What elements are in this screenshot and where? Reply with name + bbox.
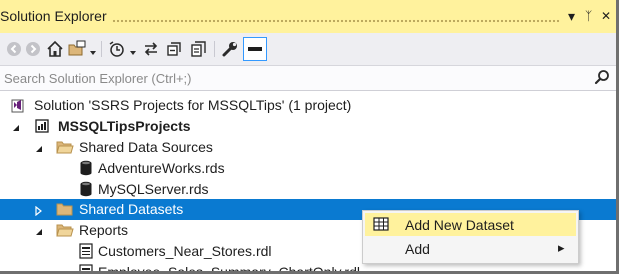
- switch-views-icon[interactable]: [67, 39, 87, 59]
- menu-item-label: Add New Dataset: [405, 217, 514, 233]
- database-icon: [79, 160, 93, 179]
- menu-item-add-new-dataset[interactable]: Add New Dataset: [365, 213, 576, 236]
- folder-open-icon: [56, 139, 74, 158]
- tree-item-data-source[interactable]: MySQLServer.rds: [0, 179, 616, 200]
- sync-icon[interactable]: [142, 39, 160, 59]
- project-label: MSSQLTipsProjects: [58, 118, 191, 134]
- solution-label: Solution 'SSRS Projects for MSSQLTips' (…: [34, 97, 352, 113]
- menu-item-label: Add: [405, 241, 430, 257]
- collapsed-arrow-icon[interactable]: [33, 203, 43, 219]
- report-label: Employee_Sales_Summary_ChartOnly.rdl: [98, 264, 360, 274]
- search-input[interactable]: Search Solution Explorer (Ctrl+;): [4, 71, 192, 86]
- toolbar: [0, 33, 616, 66]
- report-label: Customers_Near_Stores.rdl: [98, 243, 272, 259]
- visual-studio-solution-icon: [11, 97, 27, 116]
- preview-icon[interactable]: [243, 37, 267, 61]
- shared-data-sources-label: Shared Data Sources: [79, 139, 213, 155]
- pending-changes-icon[interactable]: [108, 39, 126, 59]
- expanded-arrow-icon[interactable]: [11, 120, 21, 136]
- window-title: Solution Explorer: [0, 8, 107, 24]
- close-button[interactable]: ✕: [601, 9, 611, 23]
- menu-item-add[interactable]: Add ▸: [365, 237, 576, 260]
- reports-label: Reports: [79, 222, 129, 238]
- shared-datasets-label: Shared Datasets: [79, 201, 184, 217]
- solution-explorer-window: Solution Explorer ▾ ᛉ ✕ Search Solution …: [0, 0, 619, 274]
- data-source-label: AdventureWorks.rds: [98, 160, 225, 176]
- folder-icon: [56, 201, 74, 220]
- title-grip: [112, 19, 560, 23]
- pin-button[interactable]: ᛉ: [585, 9, 592, 23]
- expanded-arrow-icon[interactable]: [34, 224, 44, 240]
- data-source-label: MySQLServer.rds: [98, 181, 209, 197]
- report-project-icon: [34, 118, 50, 137]
- forward-icon[interactable]: [25, 39, 41, 59]
- dataset-grid-icon: [373, 217, 389, 234]
- back-icon[interactable]: [6, 39, 22, 59]
- context-menu: Add New Dataset Add ▸: [362, 210, 579, 264]
- report-file-icon: [78, 264, 94, 271]
- show-all-files-icon[interactable]: [190, 39, 208, 59]
- expanded-arrow-icon[interactable]: [34, 141, 44, 157]
- properties-icon[interactable]: [221, 39, 239, 59]
- home-icon[interactable]: [46, 39, 64, 59]
- search-box[interactable]: Search Solution Explorer (Ctrl+;): [0, 66, 616, 91]
- dropdown-arrow-icon[interactable]: [89, 43, 97, 63]
- tree-item-data-source[interactable]: AdventureWorks.rds: [0, 158, 616, 179]
- database-icon: [79, 181, 93, 200]
- search-icon[interactable]: [594, 69, 610, 90]
- collapse-all-icon[interactable]: [166, 39, 184, 59]
- pending-changes-dropdown-icon[interactable]: [129, 43, 137, 63]
- tree-item-solution[interactable]: Solution 'SSRS Projects for MSSQLTips' (…: [0, 95, 616, 116]
- tree-item-project[interactable]: MSSQLTipsProjects: [0, 116, 616, 137]
- tree-item-shared-data-sources[interactable]: Shared Data Sources: [0, 137, 616, 158]
- window-menu-button[interactable]: ▾: [568, 8, 575, 25]
- folder-open-icon: [56, 222, 74, 241]
- toolbar-separator: [214, 41, 215, 57]
- toolbar-separator: [101, 41, 102, 57]
- report-file-icon: [78, 243, 94, 262]
- title-bar: Solution Explorer ▾ ᛉ ✕: [0, 0, 616, 33]
- submenu-arrow-icon: ▸: [558, 240, 565, 255]
